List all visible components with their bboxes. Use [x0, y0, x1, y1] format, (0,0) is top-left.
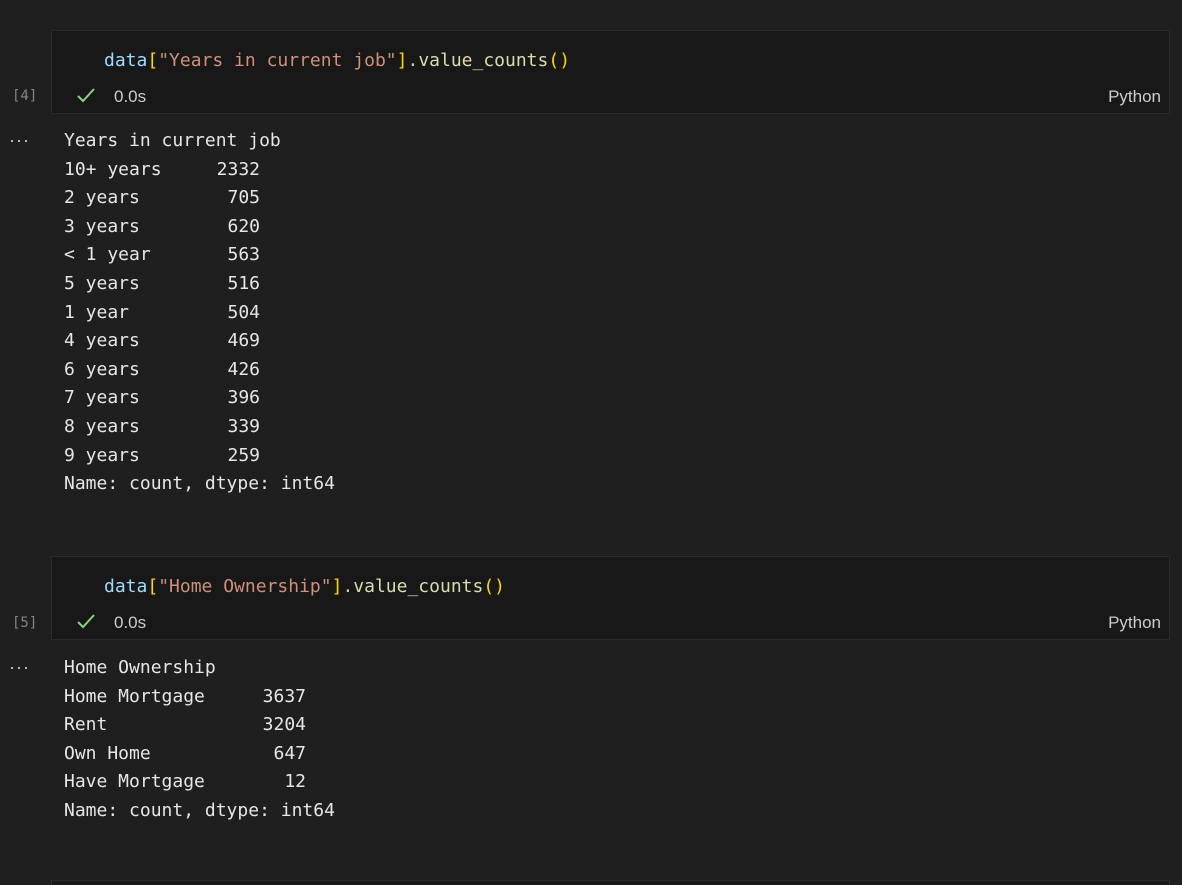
code-editor-line[interactable]: data["Years in current job"].value_count… [104, 49, 570, 73]
code-token-string: "Years in current job" [158, 50, 397, 71]
output-row-label: Rent [64, 714, 108, 736]
output-footer: Name: count, dtype: int64 [64, 473, 335, 495]
code-token-bracket: [ [147, 576, 159, 597]
output-row-label: < 1 year [64, 244, 151, 266]
output-row-value: 469 [227, 330, 260, 352]
output-row-label: Have Mortgage [64, 771, 205, 793]
code-token-dot: . [342, 576, 354, 597]
output-row-value: 705 [227, 187, 260, 209]
output-row-label: Home Mortgage [64, 685, 205, 707]
output-row-label: 7 years [64, 387, 140, 409]
output-row-label: 8 years [64, 415, 140, 437]
output-row-label: 3 years [64, 215, 140, 237]
cell-output-4: Years in current job 10+ years 2332 2 yea… [64, 127, 335, 499]
output-row-value: 396 [227, 387, 260, 409]
output-row: Rent 3204 [64, 711, 335, 740]
notebook-page: data["Years in current job"].value_count… [0, 0, 1182, 885]
success-check-icon [77, 88, 95, 103]
code-token-parens: () [548, 50, 571, 71]
output-row-label: 10+ years [64, 158, 162, 180]
output-more-actions-icon[interactable]: ··· [9, 658, 30, 676]
code-token-bracket: ] [331, 576, 343, 597]
code-cell-5[interactable]: data["Home Ownership"].value_counts() 0.… [51, 556, 1170, 640]
output-row: Own Home 647 [64, 740, 335, 769]
code-token-method: value_counts [353, 576, 484, 597]
code-editor-line[interactable]: data["Home Ownership"].value_counts() [104, 575, 505, 599]
output-more-actions-icon[interactable]: ··· [9, 131, 30, 149]
code-token-variable: data [104, 576, 148, 597]
output-footer: Name: count, dtype: int64 [64, 799, 335, 821]
output-row-value: 426 [227, 358, 260, 380]
output-row: 9 years 259 [64, 442, 335, 471]
output-row-value: 12 [284, 771, 306, 793]
code-token-method: value_counts [418, 50, 549, 71]
cell-output-5: Home Ownership Home Mortgage 3637 Rent 320… [64, 654, 335, 826]
output-row: 5 years 516 [64, 270, 335, 299]
output-row-value: 259 [227, 444, 260, 466]
output-row-value: 620 [227, 215, 260, 237]
code-token-variable: data [104, 50, 148, 71]
output-row: 8 years 339 [64, 413, 335, 442]
output-header: Years in current job [64, 130, 281, 151]
execution-time: 0.0s [114, 87, 147, 106]
output-row: 3 years 620 [64, 213, 335, 242]
output-row-value: 3204 [262, 714, 306, 736]
output-row-value: 339 [227, 415, 260, 437]
code-cell-next[interactable] [51, 880, 1170, 885]
output-row-label: 4 years [64, 330, 140, 352]
output-row: 7 years 396 [64, 384, 335, 413]
code-token-parens: () [483, 576, 506, 597]
language-selector[interactable]: Python [1108, 87, 1161, 107]
output-row: 2 years 705 [64, 184, 335, 213]
output-row: < 1 year 563 [64, 241, 335, 270]
output-header: Home Ownership [64, 657, 216, 678]
output-row-label: 5 years [64, 272, 140, 294]
output-row-value: 3637 [262, 685, 306, 707]
execution-count: [4] [12, 88, 38, 104]
code-token-bracket: ] [396, 50, 408, 71]
output-row-label: 9 years [64, 444, 140, 466]
output-row-value: 563 [227, 244, 260, 266]
code-token-string: "Home Ownership" [158, 576, 332, 597]
code-token-bracket: [ [147, 50, 159, 71]
output-row: 1 year 504 [64, 299, 335, 328]
output-row-label: 1 year [64, 301, 130, 323]
output-row-value: 2332 [216, 158, 260, 180]
execution-time: 0.0s [114, 613, 147, 632]
output-row-value: 647 [273, 742, 306, 764]
output-row: 6 years 426 [64, 356, 335, 385]
output-row-label: 2 years [64, 187, 140, 209]
output-row: Have Mortgage 12 [64, 768, 335, 797]
output-row: 10+ years 2332 [64, 156, 335, 185]
output-row-label: Own Home [64, 742, 151, 764]
output-row-value: 504 [227, 301, 260, 323]
language-selector[interactable]: Python [1108, 613, 1161, 633]
output-row-value: 516 [227, 272, 260, 294]
execution-count: [5] [12, 615, 38, 631]
output-row: Home Mortgage 3637 [64, 683, 335, 712]
success-check-icon [77, 614, 95, 629]
output-row-label: 6 years [64, 358, 140, 380]
output-row: 4 years 469 [64, 327, 335, 356]
code-cell-4[interactable]: data["Years in current job"].value_count… [51, 30, 1170, 114]
code-token-dot: . [407, 50, 419, 71]
